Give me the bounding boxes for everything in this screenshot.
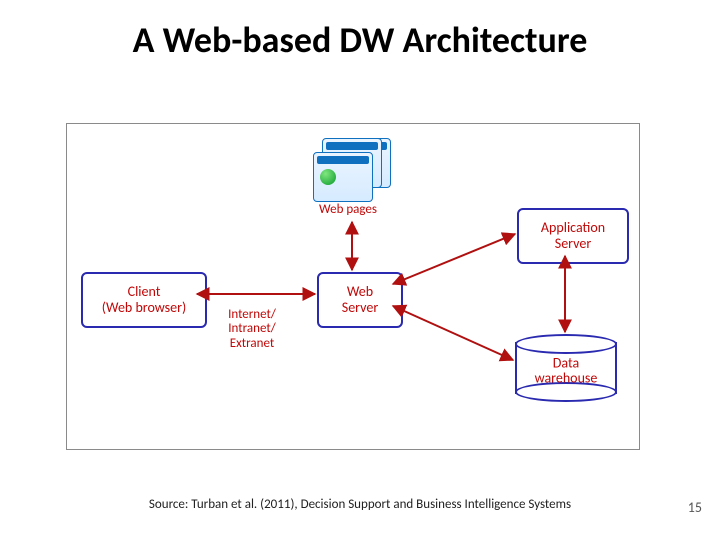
page-number: 15 (688, 499, 702, 516)
diagram-panel: Web pages Client (Web browser) Web Serve… (66, 123, 640, 450)
diagram-arrows (67, 124, 639, 449)
slide: A Web-based DW Architecture Web pages Cl… (0, 0, 720, 540)
source-citation: Source: Turban et al. (2011), Decision S… (0, 497, 720, 512)
page-title: A Web-based DW Architecture (0, 18, 720, 62)
